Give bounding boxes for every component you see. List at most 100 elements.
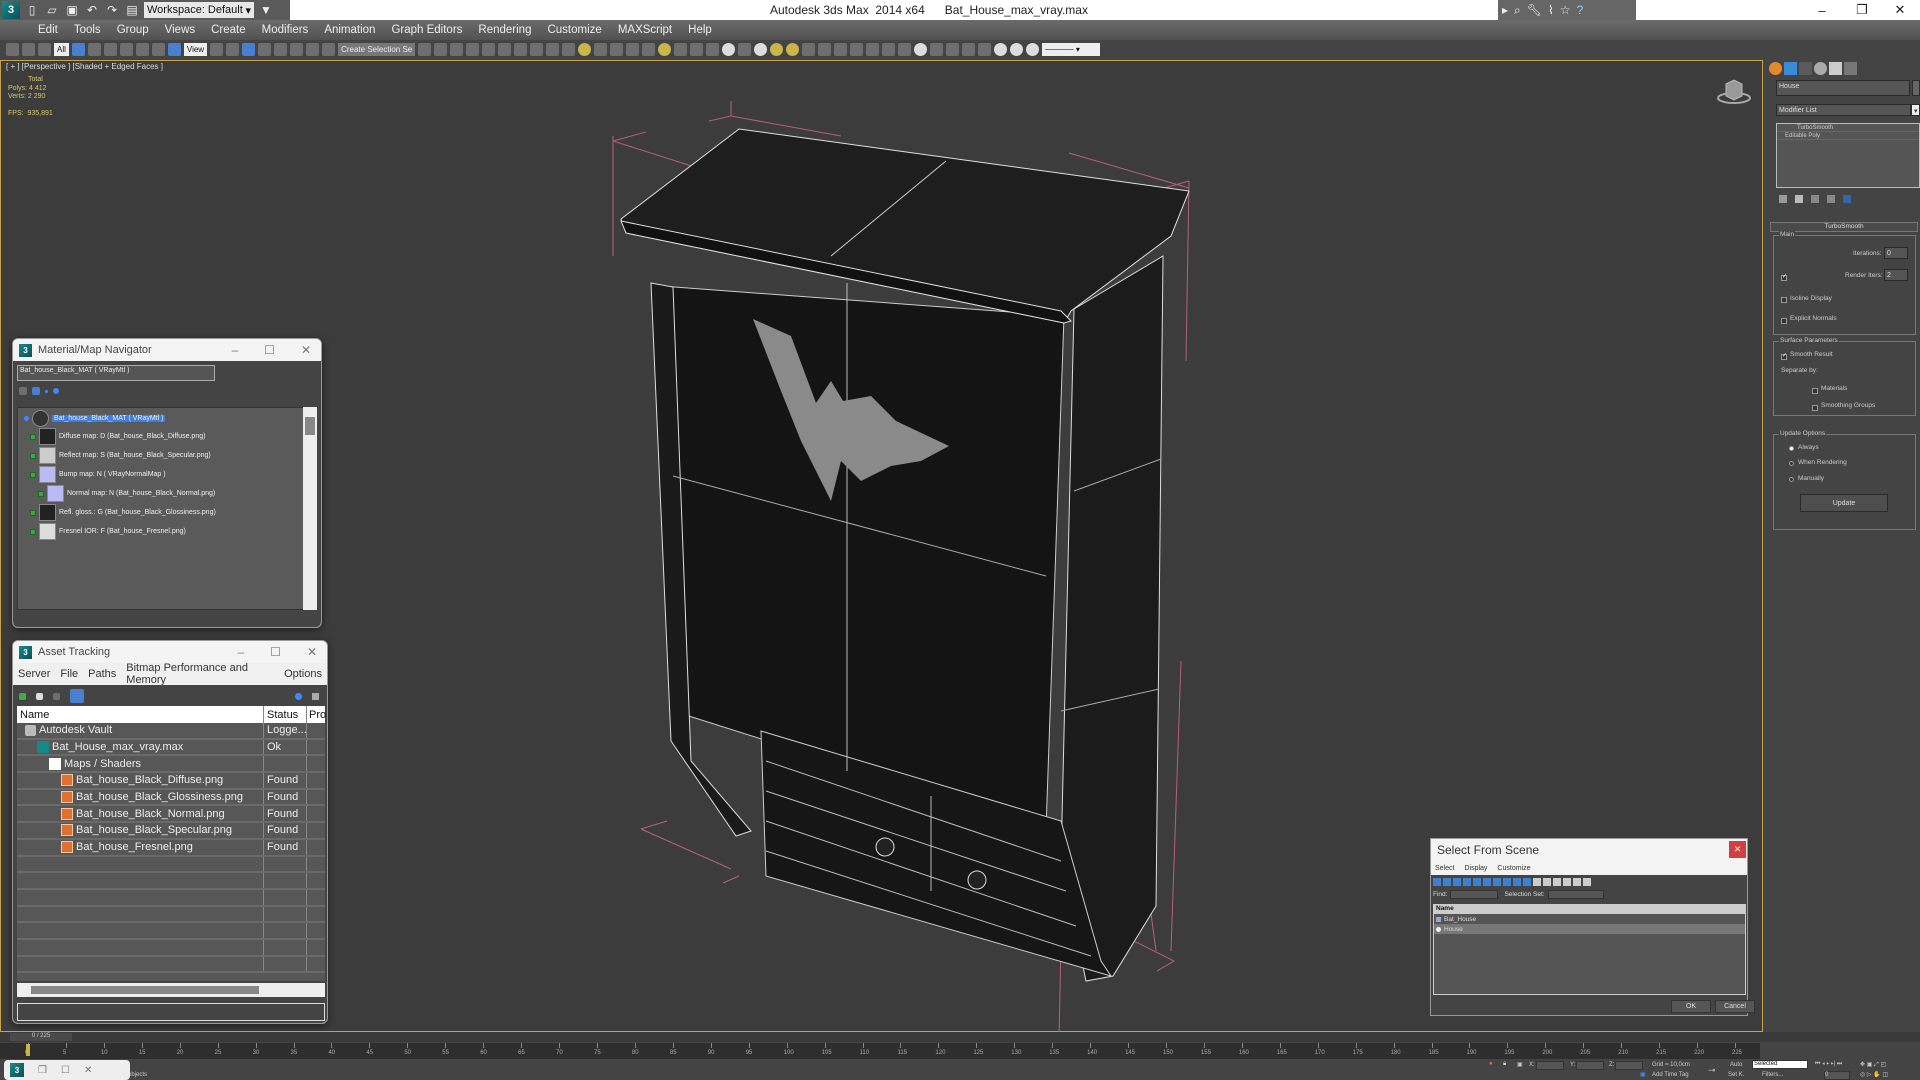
tree-scrollbar[interactable]: [303, 407, 317, 610]
vray-ies-icon[interactable]: [722, 43, 736, 56]
teapot-b-icon[interactable]: [1010, 43, 1024, 56]
graphite-ribbon-icon[interactable]: [466, 43, 480, 56]
display-tab-icon[interactable]: [1829, 62, 1842, 75]
menu-create[interactable]: Create: [203, 24, 254, 36]
list-item-selected[interactable]: House: [1434, 924, 1745, 934]
tree-node[interactable]: Bump map: N ( VRayNormalMap ): [30, 466, 166, 483]
expand-arrow-icon[interactable]: ▸: [1502, 3, 1508, 17]
vray-ambient-icon[interactable]: [786, 43, 800, 56]
menu-select[interactable]: Select: [1435, 865, 1454, 872]
render-iters-spinner[interactable]: 2: [1884, 269, 1908, 281]
vray-camera-icon[interactable]: [690, 43, 704, 56]
menu-edit[interactable]: Edit: [30, 24, 66, 36]
close-icon[interactable]: ✕: [307, 645, 317, 659]
scrollbar-thumb[interactable]: [305, 417, 315, 435]
binoculars-icon[interactable]: ⌕: [1514, 3, 1521, 18]
menu-file[interactable]: File: [55, 668, 83, 680]
isoline-display-checkbox[interactable]: [1781, 297, 1787, 303]
track-bar[interactable]: 0510152025303540455055606570758085909510…: [0, 1043, 1760, 1059]
window-titlebar[interactable]: 3 Material/Map Navigator – ☐ ✕: [13, 339, 321, 361]
remove-modifier-icon[interactable]: [1827, 195, 1835, 203]
explicit-normals-checkbox[interactable]: [1781, 318, 1787, 324]
update-manually-radio[interactable]: [1789, 477, 1794, 482]
key-filter-dropdown[interactable]: Selected: [1752, 1060, 1808, 1069]
selection-filter-dropdown[interactable]: All: [54, 43, 69, 56]
stack-item-editable-poly[interactable]: Editable Poly: [1777, 132, 1919, 140]
rendered-frame-window-icon[interactable]: [546, 43, 560, 56]
current-frame-marker[interactable]: [26, 1044, 30, 1056]
tree-node[interactable]: Fresnel IOR: F (Bat_house_Fresnel.png): [30, 523, 186, 540]
menu-maxscript[interactable]: MAXScript: [610, 24, 680, 36]
menu-bitmap-performance[interactable]: Bitmap Performance and Memory: [121, 662, 279, 686]
bind-space-warp-icon[interactable]: [38, 43, 51, 56]
display-cameras-icon[interactable]: [1463, 878, 1471, 886]
vray-sphere-fade-icon[interactable]: [850, 43, 864, 56]
set-key-button[interactable]: Set K.: [1728, 1072, 1744, 1078]
update-when-rendering-radio[interactable]: [1789, 461, 1794, 466]
z-coordinate-field[interactable]: [1615, 1061, 1643, 1070]
pin-stack-icon[interactable]: [1779, 195, 1787, 203]
minimize-icon[interactable]: –: [237, 645, 244, 659]
menu-group[interactable]: Group: [109, 24, 157, 36]
current-material-field[interactable]: Bat_house_Black_MAT ( VRayMtl ): [17, 365, 215, 381]
wrench-icon[interactable]: 🔧︎: [1527, 3, 1542, 17]
object-name-field[interactable]: House: [1776, 80, 1910, 96]
align-icon[interactable]: [434, 43, 448, 56]
select-by-name-icon[interactable]: [87, 43, 101, 56]
satellite-icon[interactable]: ⌇: [1548, 3, 1554, 17]
spinner-snap-icon[interactable]: [306, 43, 320, 56]
column-name[interactable]: Name: [17, 706, 264, 723]
vray-sphere-icon[interactable]: [706, 43, 720, 56]
help-circle-icon[interactable]: [978, 43, 992, 56]
detail-view-icon[interactable]: [70, 689, 84, 703]
open-file-icon[interactable]: ▱: [44, 2, 60, 18]
menu-server[interactable]: Server: [13, 668, 55, 680]
edit-named-selection-icon[interactable]: [322, 43, 336, 56]
maximize-icon[interactable]: ☐: [61, 1065, 70, 1076]
isolate-icon[interactable]: ●: [1489, 1061, 1493, 1067]
project-folder-icon[interactable]: ▤: [124, 2, 140, 18]
pivot-center-icon[interactable]: [210, 43, 224, 56]
tree-node[interactable]: Reflect map: S (Bat_house_Black_Specular…: [30, 447, 211, 464]
curve-editor-icon[interactable]: [482, 43, 496, 56]
create-tab-icon[interactable]: [1769, 62, 1782, 75]
refresh-icon[interactable]: [19, 692, 26, 700]
render-setup-icon[interactable]: [530, 43, 544, 56]
menu-customize[interactable]: Customize: [1497, 865, 1530, 872]
update-always-radio[interactable]: [1789, 446, 1794, 451]
hierarchy-tab-icon[interactable]: [1799, 62, 1812, 75]
menu-tools[interactable]: Tools: [66, 24, 109, 36]
expand-icon[interactable]: [24, 416, 29, 421]
playback-controls[interactable]: ⏮ ◂ ▸ ▸| ⏭: [1815, 1061, 1842, 1068]
menu-help[interactable]: Help: [680, 24, 720, 36]
file-icon[interactable]: [36, 692, 43, 700]
rotate-icon[interactable]: [151, 43, 165, 56]
vray-clipper-icon[interactable]: [898, 43, 912, 56]
column-proxy[interactable]: Pro: [307, 709, 326, 721]
vray-light-icon[interactable]: [658, 43, 672, 56]
teapot-c-icon[interactable]: [1026, 43, 1040, 56]
scrollbar-thumb[interactable]: [31, 986, 259, 994]
tree-node[interactable]: Refl. gloss.: G (Bat_house_Black_Glossin…: [30, 504, 216, 521]
column-status[interactable]: Status: [264, 706, 307, 723]
table-row[interactable]: Bat_house_Fresnel.png Found: [17, 839, 325, 857]
view-small-icons-icon[interactable]: [45, 389, 48, 393]
smooth-result-checkbox[interactable]: [1781, 352, 1787, 360]
smoothing-groups-checkbox[interactable]: [1812, 405, 1818, 411]
vray-sun-icon[interactable]: [770, 43, 784, 56]
time-slider-handle[interactable]: 0 / 225: [10, 1033, 72, 1041]
menu-options[interactable]: Options: [279, 668, 327, 680]
display-xrefs-icon[interactable]: [1503, 878, 1511, 886]
show-end-result-icon[interactable]: [1795, 195, 1803, 203]
display-shapes-icon[interactable]: [1443, 878, 1451, 886]
material-sphere-icon[interactable]: [914, 43, 928, 56]
scale-icon[interactable]: [167, 43, 181, 56]
vray-camera-icon[interactable]: [674, 43, 688, 56]
tree-node[interactable]: Diffuse map: D (Bat_house_Black_Diffuse.…: [30, 428, 205, 445]
qat-customize-icon[interactable]: ▼: [258, 2, 274, 18]
menu-animation[interactable]: Animation: [316, 24, 383, 36]
schematic-view-icon[interactable]: [498, 43, 512, 56]
vray-lister-icon[interactable]: [642, 43, 656, 56]
view-list-icon[interactable]: [19, 387, 27, 395]
vray-cone-icon[interactable]: [754, 43, 768, 56]
